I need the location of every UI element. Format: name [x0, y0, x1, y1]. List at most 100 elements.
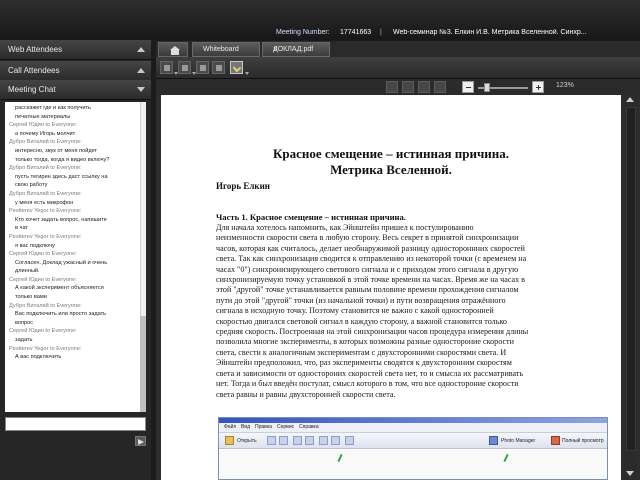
- chat-sender: Дубро Виталий to Everyone:: [9, 302, 82, 309]
- collapse-up-icon[interactable]: [137, 47, 145, 52]
- document-title-line-1: Красное смещение – истинная причина.: [273, 146, 509, 161]
- home-icon-body: [171, 50, 179, 55]
- body-line: этой "другой" точке устанавливается равн…: [216, 285, 519, 295]
- chat-message: А какой эксперимент объясняется: [15, 285, 104, 292]
- embedded-menu-item: Сервис: [277, 424, 295, 430]
- body-line: Для начала хотелось напомнить, как Эйншт…: [216, 223, 474, 232]
- body-line: света. Так как синхронизация сводится к …: [216, 254, 527, 264]
- web-attendees-label: Web Attendees: [8, 45, 63, 54]
- embedded-content: [219, 450, 607, 479]
- tab-doklad-pdf[interactable]: ДОКЛАД.pdf ×: [262, 42, 330, 57]
- body-line: Эйнштейн предположил, что, раз экспериме…: [216, 358, 512, 368]
- text-tool-button[interactable]: [178, 61, 191, 74]
- text-icon: [182, 65, 188, 71]
- previous-page-button[interactable]: [402, 81, 414, 93]
- embedded-menu-item: Справка: [299, 424, 319, 430]
- call-attendees-header[interactable]: Call Attendees: [0, 61, 151, 81]
- web-attendees-header[interactable]: Web Attendees: [0, 40, 151, 60]
- chat-message: задать: [15, 337, 33, 344]
- zoom-slider-thumb[interactable]: [484, 83, 490, 92]
- line-icon: [200, 65, 206, 71]
- chat-message: а почему Игорь молчит: [15, 130, 76, 137]
- embedded-menu-item: Файл: [224, 424, 237, 430]
- folder-icon: [225, 436, 234, 445]
- embedded-screenshot: Файл Вид Правка Сервис Справка Открыть P…: [218, 417, 608, 480]
- home-tab[interactable]: [158, 42, 188, 57]
- embedded-open-label: Открыть: [237, 438, 257, 444]
- tab-whiteboard[interactable]: Whiteboard: [192, 42, 260, 57]
- body-line: света и зависимости от одностороних скор…: [216, 368, 524, 378]
- meeting-title: Web-семинар №3. Елкин И.В. Метрика Вселе…: [393, 29, 587, 36]
- embedded-menu-item: Вид: [241, 424, 251, 430]
- top-bar: Meeting Number: 17741663 | Web-семинар №…: [0, 0, 640, 40]
- document-body: Для начала хотелось напомнить, как Эйншт…: [216, 223, 602, 400]
- chat-sender: Pestterev Yegor to Everyone:: [9, 208, 82, 215]
- viewer-scrollbar[interactable]: [624, 95, 638, 480]
- chat-message: я вас подключу: [15, 242, 55, 249]
- chat-sender: Дубро Виталий to Everyone:: [9, 139, 82, 146]
- viewer-controls: 123%: [156, 79, 640, 95]
- body-line: сигнала в исходную точку. Поэтому станов…: [216, 306, 494, 316]
- pointer-tool-button[interactable]: [160, 61, 173, 74]
- chat-send-button[interactable]: [135, 436, 146, 446]
- forward-icon: [279, 436, 288, 445]
- zoom-out-button[interactable]: [462, 81, 474, 93]
- document-section-heading: Часть 1. Красное смещение – истинная при…: [216, 212, 406, 222]
- back-icon: [267, 436, 276, 445]
- body-line: часов, которая как считалось, делает нео…: [216, 243, 525, 253]
- zoom-in-button[interactable]: [532, 81, 544, 93]
- chat-message: свою работу: [15, 182, 48, 189]
- chat-sender: Сергей Юдин to Everyone:: [9, 122, 77, 129]
- body-line: средняя скорость. Построенная на этой си…: [216, 327, 529, 337]
- chat-sender: Сергей Юдин to Everyone:: [9, 328, 77, 335]
- chat-message: вопрос: [15, 319, 34, 326]
- shape-icon: [216, 65, 222, 71]
- rotate-left-icon: [319, 436, 328, 445]
- close-tab-icon[interactable]: ×: [273, 46, 325, 53]
- meeting-chat-label: Meeting Chat: [8, 85, 56, 94]
- chat-scroll-thumb[interactable]: [140, 316, 146, 412]
- scroll-down-icon[interactable]: [626, 471, 634, 476]
- meeting-number-label: Meeting Number:: [276, 29, 330, 36]
- viewer-scroll-thumb[interactable]: [626, 107, 636, 451]
- chat-message: интересно, звук от меня пойдет: [15, 147, 98, 154]
- next-page-button[interactable]: [418, 81, 430, 93]
- rotate-right-icon: [331, 436, 340, 445]
- embedded-menubar: Файл Вид Правка Сервис Справка: [219, 423, 607, 433]
- embedded-full-view-label: Полный просмотр: [562, 438, 604, 444]
- chat-message-list: расскажет где и как получить печатные мат…: [9, 104, 137, 362]
- first-page-button[interactable]: [386, 81, 398, 93]
- body-line: света, свести к аналогичным эксперимента…: [216, 347, 507, 357]
- chat-scrollbar[interactable]: [140, 102, 146, 412]
- chat-message: Кто хочет задать вопрос, напишите: [15, 216, 107, 223]
- webex-meeting-window: Meeting Number: 17741663 | Web-семинар №…: [0, 0, 640, 480]
- chat-message: А вас подключить: [15, 354, 62, 361]
- tab-whiteboard-label: Whiteboard: [203, 46, 239, 53]
- scroll-up-icon[interactable]: [626, 97, 634, 102]
- document-viewer: 123% Красное смещение – истинная причина…: [156, 79, 640, 480]
- highlighter-caret-icon[interactable]: [245, 72, 249, 75]
- chat-message: только тогда, когда я видео включу?: [15, 156, 110, 163]
- embedded-photo-manager-label: Photo Manager: [501, 438, 536, 444]
- pointer-icon: [164, 65, 170, 71]
- highlighter-tool-button[interactable]: [230, 61, 243, 74]
- chat-message: у меня есть микрофон: [15, 199, 74, 206]
- meeting-chat-header[interactable]: Meeting Chat: [0, 80, 151, 100]
- chat-message: расскажет где и как получить: [15, 105, 91, 111]
- body-line: позволила многие эксперименты, в которых…: [216, 337, 514, 347]
- chat-input[interactable]: [5, 417, 146, 431]
- embedded-toolbar: Открыть Photo Manager Полный просмотр: [219, 433, 607, 449]
- collapse-down-icon[interactable]: [137, 87, 145, 92]
- delete-icon: [345, 436, 354, 445]
- shape-tool-button[interactable]: [212, 61, 225, 74]
- chat-messages-area: расскажет где и как получить печатные мат…: [5, 102, 146, 412]
- collapse-up-icon[interactable]: [137, 68, 145, 73]
- meeting-number: 17741663: [340, 29, 372, 36]
- chat-message: печатные материалы: [15, 113, 71, 120]
- annotation-toolbar: [156, 57, 640, 79]
- chat-message: только вами: [15, 294, 47, 301]
- line-tool-button[interactable]: [196, 61, 209, 74]
- chat-sender: Дубро Виталий to Everyone:: [9, 165, 82, 172]
- last-page-button[interactable]: [434, 81, 446, 93]
- body-line: часах "0") синхронизирующего светового с…: [216, 264, 519, 274]
